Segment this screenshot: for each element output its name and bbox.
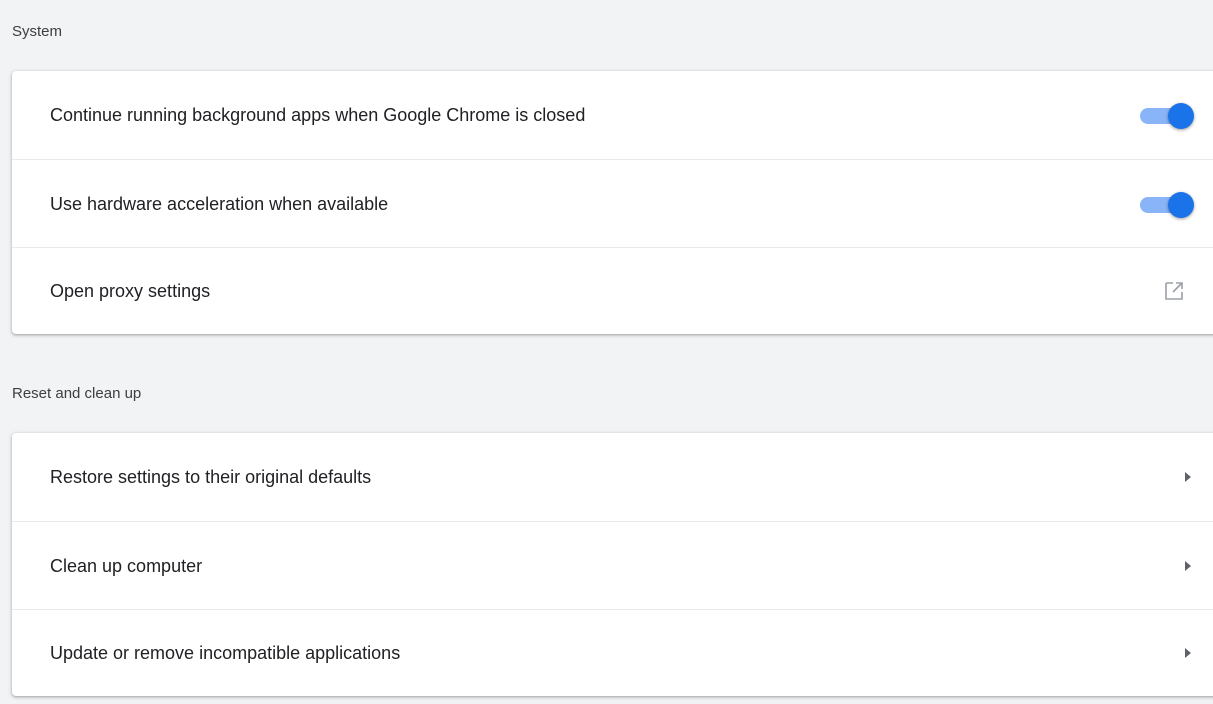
setting-label: Open proxy settings — [50, 281, 211, 301]
system-card: Continue running background apps when Go… — [12, 71, 1213, 334]
setting-row-background-apps[interactable]: Continue running background apps when Go… — [12, 71, 1213, 159]
setting-row-clean-up[interactable]: Clean up computer — [12, 521, 1213, 609]
settings-page: System Continue running background apps … — [0, 0, 1213, 704]
arrow-right-icon[interactable] — [1182, 646, 1194, 660]
setting-row-proxy[interactable]: Open proxy settings — [12, 247, 1213, 334]
setting-label: Use hardware acceleration when available — [50, 193, 389, 214]
hardware-acceleration-toggle[interactable] — [1140, 191, 1196, 218]
setting-row-hardware-acceleration[interactable]: Use hardware acceleration when available — [12, 159, 1213, 247]
reset-card: Restore settings to their original defau… — [12, 433, 1213, 696]
arrow-right-icon[interactable] — [1182, 559, 1194, 573]
setting-row-incompatible-apps[interactable]: Update or remove incompatible applicatio… — [12, 609, 1213, 696]
toggle-knob — [1168, 191, 1194, 218]
open-in-new-icon[interactable] — [1162, 279, 1186, 303]
setting-row-restore-defaults[interactable]: Restore settings to their original defau… — [12, 433, 1213, 521]
section-title-reset: Reset and clean up — [12, 385, 142, 402]
toggle-knob — [1168, 103, 1194, 129]
section-title-system: System — [12, 23, 63, 40]
setting-label: Clean up computer — [50, 555, 203, 576]
setting-label: Continue running background apps when Go… — [50, 105, 586, 125]
setting-label: Update or remove incompatible applicatio… — [50, 643, 401, 663]
setting-label: Restore settings to their original defau… — [50, 467, 372, 487]
arrow-right-icon[interactable] — [1182, 470, 1194, 484]
background-apps-toggle[interactable] — [1140, 102, 1196, 129]
